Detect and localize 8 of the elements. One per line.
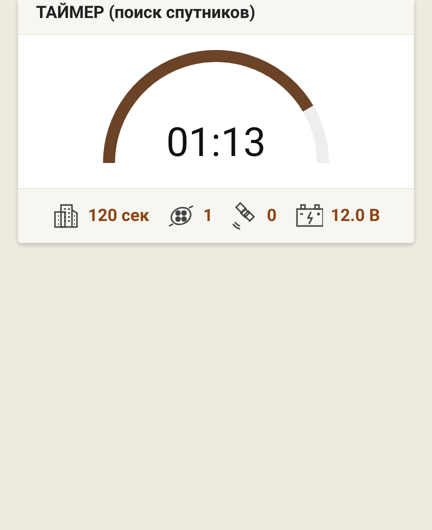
- building-icon: [52, 202, 80, 230]
- timer-reading: 01:13: [166, 119, 266, 166]
- stat-value: 0: [266, 206, 277, 226]
- stat-value: 120 сек: [88, 206, 150, 226]
- battery-icon: [294, 202, 323, 230]
- stat-value: 12.0 В: [330, 206, 380, 226]
- card-title: ТАЙМЕР (поиск спутников): [36, 5, 256, 22]
- stat-value: 1: [203, 206, 213, 226]
